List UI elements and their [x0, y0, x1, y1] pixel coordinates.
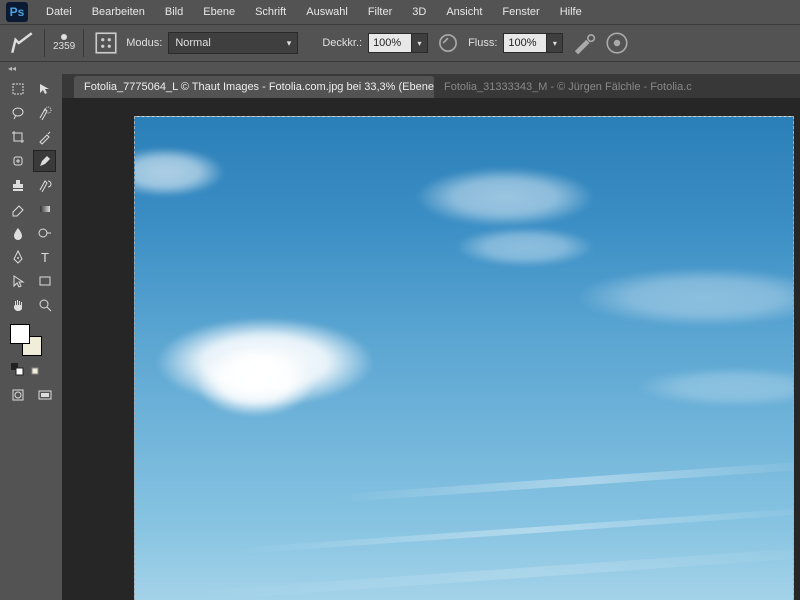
sky-streak — [236, 506, 794, 554]
menu-filter[interactable]: Filter — [358, 3, 402, 21]
gradient-tool[interactable] — [33, 198, 56, 220]
panel-collapse-bar: ◂◂ — [0, 62, 800, 74]
document-area: Fotolia_7775064_L © Thaut Images - Fotol… — [62, 74, 800, 600]
brush-size-value: 2359 — [53, 41, 75, 52]
eyedropper-tool[interactable] — [33, 126, 56, 148]
sky-cloud — [415, 167, 595, 227]
tab-active[interactable]: Fotolia_7775064_L © Thaut Images - Fotol… — [74, 76, 434, 98]
sky-streak — [186, 543, 794, 600]
pressure-opacity-icon[interactable] — [434, 29, 462, 57]
menu-bearbeiten[interactable]: Bearbeiten — [82, 3, 155, 21]
swap-colors-icon[interactable] — [30, 362, 44, 376]
collapse-toggle-icon[interactable]: ◂◂ — [8, 64, 16, 73]
brush-size-picker[interactable]: 2359 — [53, 34, 75, 52]
menu-schrift[interactable]: Schrift — [245, 3, 296, 21]
canvas[interactable] — [134, 116, 794, 600]
lasso-tool[interactable] — [6, 102, 29, 124]
app-logo: Ps — [6, 2, 28, 22]
dodge-tool[interactable] — [33, 222, 56, 244]
crop-tool[interactable] — [6, 126, 29, 148]
rect-marquee-tool[interactable] — [6, 78, 29, 100]
tool-preset-icon[interactable] — [8, 29, 36, 57]
sky-cloud — [575, 267, 794, 327]
menu-ebene[interactable]: Ebene — [193, 3, 245, 21]
sky-cloud — [195, 347, 315, 417]
healing-tool[interactable] — [6, 150, 29, 172]
opacity-input[interactable] — [368, 33, 412, 53]
options-bar: 2359 Modus: Normal Deckkr.: ▾ Fluss: ▾ — [0, 24, 800, 62]
quickmask-tool[interactable] — [6, 384, 29, 406]
brush-panel-icon[interactable] — [92, 29, 120, 57]
stamp-tool[interactable] — [6, 174, 29, 196]
flow-input[interactable] — [503, 33, 547, 53]
brush-tool[interactable] — [33, 150, 56, 172]
menu-3d[interactable]: 3D — [402, 3, 436, 21]
tab-inactive[interactable]: Fotolia_31333343_M - © Jürgen Fälchle - … — [434, 76, 702, 98]
menu-datei[interactable]: Datei — [36, 3, 82, 21]
hand-tool[interactable] — [6, 294, 29, 316]
zoom-tool[interactable] — [33, 294, 56, 316]
pressure-size-icon[interactable] — [603, 29, 631, 57]
tab-label: Fotolia_7775064_L © Thaut Images - Fotol… — [84, 81, 434, 93]
mode-label: Modus: — [126, 37, 162, 49]
shape-tool[interactable] — [33, 270, 56, 292]
airbrush-icon[interactable] — [569, 29, 597, 57]
quick-select-tool[interactable] — [33, 102, 56, 124]
history-brush-tool[interactable] — [33, 174, 56, 196]
sky-cloud — [455, 227, 595, 267]
default-colors-icon[interactable] — [10, 362, 24, 376]
menu-auswahl[interactable]: Auswahl — [296, 3, 358, 21]
sky-streak — [335, 460, 794, 503]
document-tabs: Fotolia_7775064_L © Thaut Images - Fotol… — [62, 74, 800, 98]
color-swatches[interactable] — [10, 324, 42, 356]
opacity-label: Deckkr.: — [322, 37, 362, 49]
menu-fenster[interactable]: Fenster — [492, 3, 549, 21]
opacity-dropdown[interactable]: ▾ — [412, 33, 428, 53]
foreground-color[interactable] — [10, 324, 30, 344]
flow-dropdown[interactable]: ▾ — [547, 33, 563, 53]
path-select-tool[interactable] — [6, 270, 29, 292]
pen-tool[interactable] — [6, 246, 29, 268]
move-tool[interactable] — [33, 78, 56, 100]
blur-tool[interactable] — [6, 222, 29, 244]
blend-mode-select[interactable]: Normal — [168, 32, 298, 54]
menu-hilfe[interactable]: Hilfe — [550, 3, 592, 21]
menu-ansicht[interactable]: Ansicht — [436, 3, 492, 21]
screenmode-tool[interactable] — [33, 384, 56, 406]
canvas-viewport[interactable] — [62, 98, 800, 600]
tools-panel: T — [0, 74, 62, 600]
sky-cloud — [134, 147, 225, 197]
menu-bild[interactable]: Bild — [155, 3, 193, 21]
flow-label: Fluss: — [468, 37, 497, 49]
svg-text:T: T — [41, 250, 49, 265]
sky-cloud — [635, 367, 794, 407]
tab-label: Fotolia_31333343_M - © Jürgen Fälchle - … — [444, 81, 692, 93]
menu-bar: Ps Datei Bearbeiten Bild Ebene Schrift A… — [0, 0, 800, 24]
type-tool[interactable]: T — [33, 246, 56, 268]
eraser-tool[interactable] — [6, 198, 29, 220]
